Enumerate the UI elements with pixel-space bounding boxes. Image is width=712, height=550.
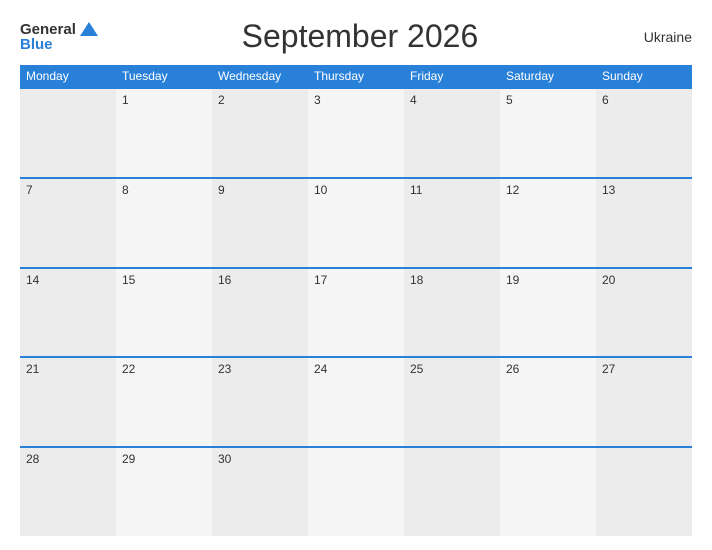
day-number: 3: [314, 93, 321, 107]
calendar-header: General Blue September 2026 Ukraine: [20, 18, 692, 55]
day-cell: 26: [500, 358, 596, 446]
logo-general-text: General: [20, 22, 76, 37]
logo: General Blue: [20, 22, 98, 52]
week-row-1: 1 2 3 4 5 6: [20, 87, 692, 177]
weeks-container: 1234567891011121314151617181920212223242…: [20, 87, 692, 536]
day-cell: 28: [20, 448, 116, 536]
day-cell: 4: [404, 89, 500, 177]
week-row-3: 14 15 16 17 18 19 20: [20, 267, 692, 357]
day-cell: 14: [20, 269, 116, 357]
day-cell: 12: [500, 179, 596, 267]
week-row-5: 28 29 30: [20, 446, 692, 536]
day-number: 17: [314, 273, 327, 287]
day-number: 19: [506, 273, 519, 287]
day-number: 30: [218, 452, 231, 466]
country-label: Ukraine: [622, 29, 692, 45]
day-cell: [404, 448, 500, 536]
day-cell: [500, 448, 596, 536]
day-cell: 2: [212, 89, 308, 177]
day-number: 6: [602, 93, 609, 107]
day-cell: 23: [212, 358, 308, 446]
day-cell: 25: [404, 358, 500, 446]
logo-blue-text: Blue: [20, 37, 53, 52]
day-number: 22: [122, 362, 135, 376]
day-number: 15: [122, 273, 135, 287]
day-number: 26: [506, 362, 519, 376]
day-number: 28: [26, 452, 39, 466]
day-cell: 29: [116, 448, 212, 536]
day-number: 8: [122, 183, 129, 197]
day-number: 27: [602, 362, 615, 376]
day-number: 21: [26, 362, 39, 376]
day-cell: 15: [116, 269, 212, 357]
day-cell: 18: [404, 269, 500, 357]
day-number: 12: [506, 183, 519, 197]
day-number: 23: [218, 362, 231, 376]
day-cell: 30: [212, 448, 308, 536]
day-header-saturday: Saturday: [500, 65, 596, 87]
day-cell: 24: [308, 358, 404, 446]
day-number: 5: [506, 93, 513, 107]
day-header-friday: Friday: [404, 65, 500, 87]
day-header-tuesday: Tuesday: [116, 65, 212, 87]
day-number: 24: [314, 362, 327, 376]
day-cell: [596, 448, 692, 536]
day-cell: [20, 89, 116, 177]
day-cell: 5: [500, 89, 596, 177]
day-cell: 21: [20, 358, 116, 446]
day-number: 1: [122, 93, 129, 107]
day-cell: 19: [500, 269, 596, 357]
day-cell: 13: [596, 179, 692, 267]
day-number: 2: [218, 93, 225, 107]
day-cell: 11: [404, 179, 500, 267]
day-number: 18: [410, 273, 423, 287]
day-cell: 1: [116, 89, 212, 177]
day-cell: 3: [308, 89, 404, 177]
calendar-page: General Blue September 2026 Ukraine Mond…: [0, 0, 712, 550]
day-cell: 27: [596, 358, 692, 446]
day-number: 9: [218, 183, 225, 197]
day-number: 11: [410, 183, 422, 197]
calendar-grid: Monday Tuesday Wednesday Thursday Friday…: [20, 65, 692, 536]
day-number: 7: [26, 183, 33, 197]
days-header: Monday Tuesday Wednesday Thursday Friday…: [20, 65, 692, 87]
day-cell: 10: [308, 179, 404, 267]
week-row-4: 21 22 23 24 25 26 27: [20, 356, 692, 446]
logo-icon: [80, 22, 98, 36]
day-header-monday: Monday: [20, 65, 116, 87]
day-number: 20: [602, 273, 615, 287]
day-cell: 22: [116, 358, 212, 446]
day-number: 13: [602, 183, 615, 197]
day-cell: [308, 448, 404, 536]
day-cell: 20: [596, 269, 692, 357]
day-number: 25: [410, 362, 423, 376]
day-number: 29: [122, 452, 135, 466]
day-cell: 8: [116, 179, 212, 267]
day-header-wednesday: Wednesday: [212, 65, 308, 87]
day-cell: 6: [596, 89, 692, 177]
day-number: 10: [314, 183, 327, 197]
week-row-2: 7 8 9 10 11 12 13: [20, 177, 692, 267]
day-number: 4: [410, 93, 417, 107]
day-cell: 17: [308, 269, 404, 357]
day-header-sunday: Sunday: [596, 65, 692, 87]
day-cell: 9: [212, 179, 308, 267]
day-cell: 7: [20, 179, 116, 267]
day-number: 14: [26, 273, 39, 287]
day-cell: 16: [212, 269, 308, 357]
day-number: 16: [218, 273, 231, 287]
day-header-thursday: Thursday: [308, 65, 404, 87]
calendar-title: September 2026: [98, 18, 622, 55]
